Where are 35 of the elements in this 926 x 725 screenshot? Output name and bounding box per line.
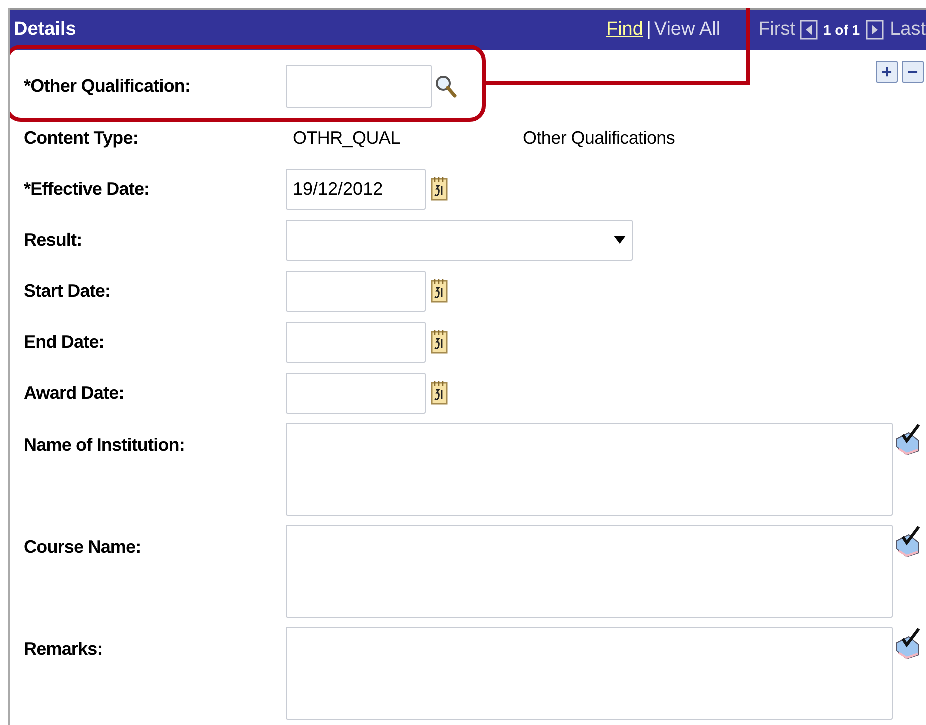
calendar-icon[interactable] [431, 278, 449, 304]
calendar-icon[interactable] [431, 380, 449, 406]
delete-row-button[interactable]: − [902, 61, 924, 83]
view-all-link[interactable]: View All [654, 19, 721, 41]
date-input[interactable] [286, 322, 426, 362]
page-count: 1 of 1 [824, 22, 860, 38]
field-label: *Other Qualification: [23, 76, 192, 97]
spellcheck-icon[interactable] [895, 627, 923, 661]
first-link[interactable]: First [758, 19, 796, 41]
field-label: Remarks: [23, 639, 104, 660]
calendar-icon[interactable] [431, 329, 449, 355]
field-label: Content Type: [23, 128, 140, 148]
field-label: Start Date: [23, 280, 112, 302]
separator: | [646, 19, 652, 41]
date-input[interactable] [286, 270, 426, 312]
content-type-description: Other Qualifications [523, 128, 676, 148]
spellcheck-icon[interactable] [895, 423, 923, 457]
field-label: Course Name: [23, 537, 142, 558]
section-title: Details [13, 19, 78, 41]
field-label: *Effective Date: [23, 178, 151, 200]
last-link[interactable]: Last [890, 19, 926, 41]
date-input[interactable] [286, 372, 426, 414]
calendar-icon[interactable] [431, 176, 449, 202]
spellcheck-icon[interactable] [895, 525, 923, 559]
date-input[interactable]: 19/12/2012 [286, 168, 426, 210]
add-row-button[interactable]: + [876, 61, 898, 83]
field-label: Award Date: [23, 382, 126, 404]
qualification-input[interactable] [286, 65, 432, 108]
search-icon[interactable] [435, 74, 457, 98]
field-label: Result: [23, 230, 84, 250]
field-label: End Date: [23, 332, 106, 352]
find-link[interactable]: Find [606, 19, 644, 41]
field-label: Name of Institution: [23, 435, 186, 456]
content-type-code: OTHR_QUAL [292, 128, 402, 148]
dropdown-arrow-icon [614, 236, 626, 244]
